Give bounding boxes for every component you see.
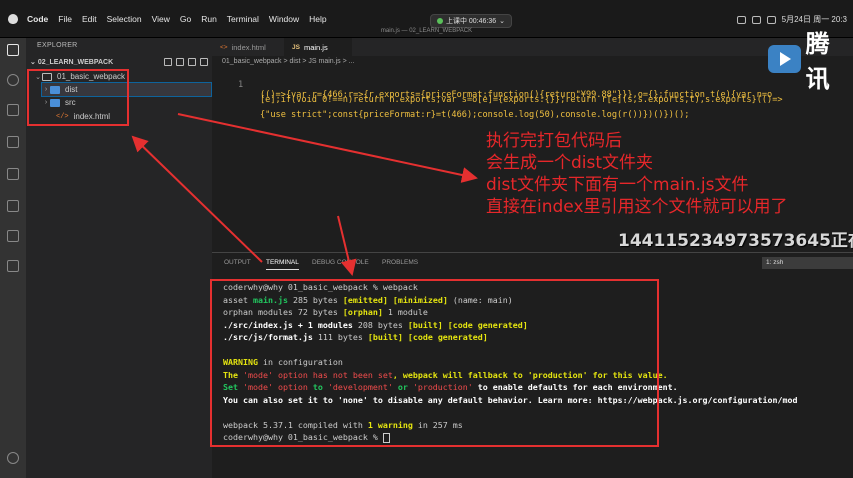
watermark-logo: 腾讯 <box>768 24 853 94</box>
arrow-to-terminal <box>337 215 357 276</box>
note-line: 执行完打包代码后 <box>486 131 622 151</box>
screen: Code File Edit Selection View Go Run Ter… <box>0 0 853 478</box>
note-line: 会生成一个dist文件夹 <box>486 153 654 173</box>
logo-text: 腾讯 <box>805 30 830 93</box>
note-line: 直接在index里引用这个文件就可以用了 <box>486 197 788 217</box>
danmaku-text: 144115234973573645正在 <box>618 231 853 251</box>
arrow-to-note <box>177 113 478 183</box>
note-line: dist文件夹下面有一个main.js文件 <box>486 175 749 195</box>
annotation-note: 执行完打包代码后 会生成一个dist文件夹 dist文件夹下面有一个main.j… <box>486 130 788 218</box>
play-logo-icon <box>768 45 801 73</box>
arrow-to-explorer <box>131 135 263 263</box>
